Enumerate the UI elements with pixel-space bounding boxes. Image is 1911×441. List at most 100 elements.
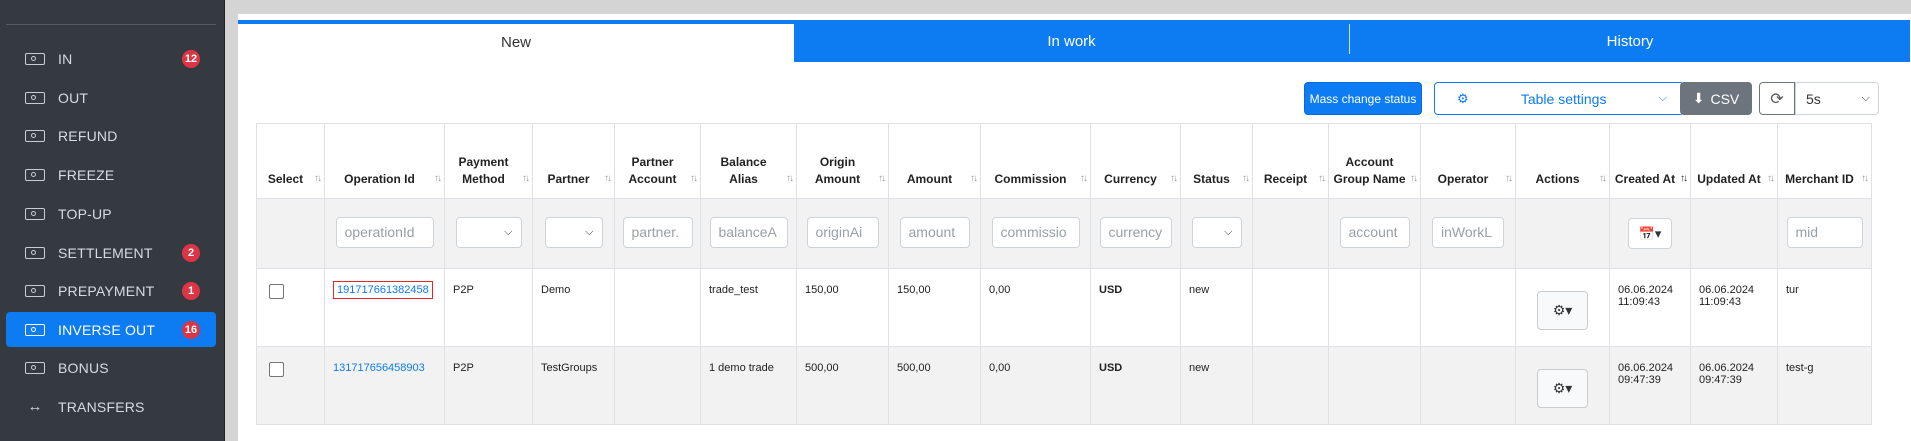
origin-amount-cell: 500,00 [796, 346, 889, 425]
created-at-cell: 06.06.2024 09:47:39 [1609, 346, 1691, 425]
payment-method-filter-select[interactable]: ⌵ [455, 216, 522, 248]
operations-table: Select ↑↓ Operation Id ↑↓ Payment Method ↑↓… [256, 123, 1872, 425]
sidebar-item-in[interactable]: IN 12 [6, 41, 216, 76]
money-icon [25, 323, 45, 336]
sidebar-item-label: OUT [58, 89, 89, 106]
refresh-interval-select[interactable]: 5s ⌵ [1795, 82, 1879, 115]
money-icon [25, 52, 45, 65]
column-header-operation-id[interactable]: Operation Id ↑↓ [324, 123, 445, 199]
money-icon [25, 361, 45, 374]
sort-icon: ↑↓ [604, 173, 612, 184]
sidebar-divider [6, 24, 216, 25]
sort-icon: ↑↓ [1599, 173, 1607, 184]
currency-filter-input[interactable]: currency [1099, 216, 1172, 248]
column-header-amount[interactable]: Amount ↑↓ [888, 123, 981, 199]
column-header-account-group-name[interactable]: Account Group Name ↑↓ [1328, 123, 1421, 199]
date-range-filter-button[interactable]: 📅▾ [1628, 218, 1672, 249]
sidebar-item-out[interactable]: OUT [6, 80, 216, 115]
column-header-balance-alias[interactable]: Balance Alias ↑↓ [700, 123, 797, 199]
operation-id-filter-input[interactable]: operationId [335, 216, 434, 248]
row-select-checkbox[interactable] [269, 284, 284, 299]
sidebar-item-label: TOP-UP [58, 205, 112, 222]
sidebar-item-label: PREPAYMENT [58, 282, 155, 299]
operation-id-link[interactable]: 191717661382458 [333, 281, 433, 299]
currency-cell: USD [1090, 268, 1181, 347]
sort-desc-icon: ↑↓ [1680, 173, 1688, 184]
currency-cell: USD [1090, 346, 1181, 425]
status-cell: new [1180, 268, 1253, 347]
column-header-partner-account[interactable]: Partner Account ↑↓ [614, 123, 701, 199]
money-icon [25, 284, 45, 297]
csv-label: CSV [1710, 90, 1740, 107]
sidebar-item-refund[interactable]: REFUND [6, 118, 216, 153]
column-header-merchant-id[interactable]: Merchant ID ↑↓ [1777, 123, 1872, 199]
refresh-icon: ⟳ [1770, 90, 1784, 108]
column-header-origin-amount[interactable]: Origin Amount ↑↓ [796, 123, 889, 199]
calendar-icon: 📅▾ [1638, 226, 1662, 241]
column-header-partner[interactable]: Partner ↑↓ [532, 123, 615, 199]
sort-icon: ↑↓ [1242, 173, 1250, 184]
operator-filter-input[interactable]: inWorkL [1432, 216, 1504, 248]
tab-history[interactable]: History [1350, 20, 1910, 62]
sort-icon: ↑↓ [1318, 173, 1326, 184]
column-header-receipt[interactable]: Receipt ↑↓ [1252, 123, 1329, 199]
account-group-filter-input[interactable]: account [1339, 216, 1410, 248]
amount-filter-input[interactable]: amount [899, 216, 970, 248]
row-actions-button[interactable]: ⚙▾ [1537, 369, 1588, 408]
mass-change-status-label: Mass change status [1309, 91, 1417, 106]
row-actions-button[interactable]: ⚙▾ [1537, 291, 1588, 330]
receipt-cell [1252, 268, 1329, 347]
column-header-select[interactable]: Select ↑↓ [256, 123, 325, 199]
column-header-currency[interactable]: Currency ↑↓ [1090, 123, 1181, 199]
column-header-created-at[interactable]: Created At ↑↓ [1609, 123, 1691, 199]
row-select-checkbox[interactable] [269, 362, 284, 377]
updated-at-cell: 06.06.2024 09:47:39 [1690, 346, 1778, 425]
sidebar-item-label: BONUS [58, 359, 109, 376]
updated-at-cell: 06.06.2024 11:09:43 [1690, 268, 1778, 347]
partner-account-filter-input[interactable]: partner. [622, 216, 693, 248]
sort-icon: ↑↓ [1861, 173, 1869, 184]
account-group-cell [1328, 268, 1421, 347]
sidebar-item-prepayment[interactable]: PREPAYMENT 1 [6, 273, 216, 308]
commission-filter-input[interactable]: commissio [991, 216, 1080, 248]
tab-in-work[interactable]: In work [794, 20, 1349, 62]
sidebar-item-settlement[interactable]: SETTLEMENT 2 [6, 235, 216, 270]
sidebar-item-freeze[interactable]: FREEZE [6, 157, 216, 192]
refresh-button[interactable]: ⟳ [1759, 82, 1795, 115]
sort-icon: ↑↓ [690, 173, 698, 184]
column-header-payment-method[interactable]: Payment Method ↑↓ [444, 123, 533, 199]
filter-cell-empty [1252, 198, 1329, 269]
sort-icon: ↑↓ [1170, 173, 1178, 184]
origin-amount-filter-input[interactable]: originAi [806, 216, 879, 248]
sidebar-item-inverse-out[interactable]: INVERSE OUT 16 [6, 312, 216, 347]
column-header-status[interactable]: Status ↑↓ [1180, 123, 1253, 199]
created-at-cell: 06.06.2024 11:09:43 [1609, 268, 1691, 347]
sort-icon: ↑↓ [434, 173, 442, 184]
merchant-id-filter-input[interactable]: mid [1786, 216, 1863, 248]
column-header-actions[interactable]: Actions ↑↓ [1515, 123, 1610, 199]
partner-filter-select[interactable]: ⌵ [544, 216, 603, 248]
csv-download-button[interactable]: ⬇ CSV [1680, 82, 1752, 115]
chevron-down-icon: ⌵ [1861, 92, 1870, 104]
refresh-interval-value: 5s [1806, 90, 1821, 107]
column-header-updated-at[interactable]: Updated At ↑↓ [1690, 123, 1778, 199]
balance-alias-filter-input[interactable]: balanceA [709, 216, 788, 248]
filter-row: operationId ⌵ ⌵ partner. balanceA origin… [256, 198, 1872, 269]
chevron-down-icon: ⌵ [1658, 92, 1667, 104]
column-header-operator[interactable]: Operator ↑↓ [1420, 123, 1516, 199]
operation-id-link[interactable]: 131717656458903 [333, 362, 425, 374]
sidebar-item-bonus[interactable]: BONUS [6, 350, 216, 385]
table-header-row: Select ↑↓ Operation Id ↑↓ Payment Method ↑↓… [256, 123, 1872, 199]
mass-change-status-button[interactable]: Mass change status [1304, 82, 1422, 115]
partner-cell: TestGroups [532, 346, 615, 425]
sidebar-item-transfers[interactable]: ↔ TRANSFERS [6, 389, 216, 424]
tab-new[interactable]: New [238, 24, 794, 62]
column-header-commission[interactable]: Commission ↑↓ [980, 123, 1091, 199]
table-settings-button[interactable]: ⚙ Table settings ⌵ [1434, 82, 1684, 115]
sidebar-item-top-up[interactable]: TOP-UP [6, 196, 216, 231]
sort-icon: ↑↓ [314, 173, 322, 184]
chevron-down-icon: ⌵ [1224, 225, 1233, 238]
commission-cell: 0,00 [980, 346, 1091, 425]
status-filter-select[interactable]: ⌵ [1191, 216, 1242, 248]
gear-icon: ⚙ [1457, 90, 1469, 106]
